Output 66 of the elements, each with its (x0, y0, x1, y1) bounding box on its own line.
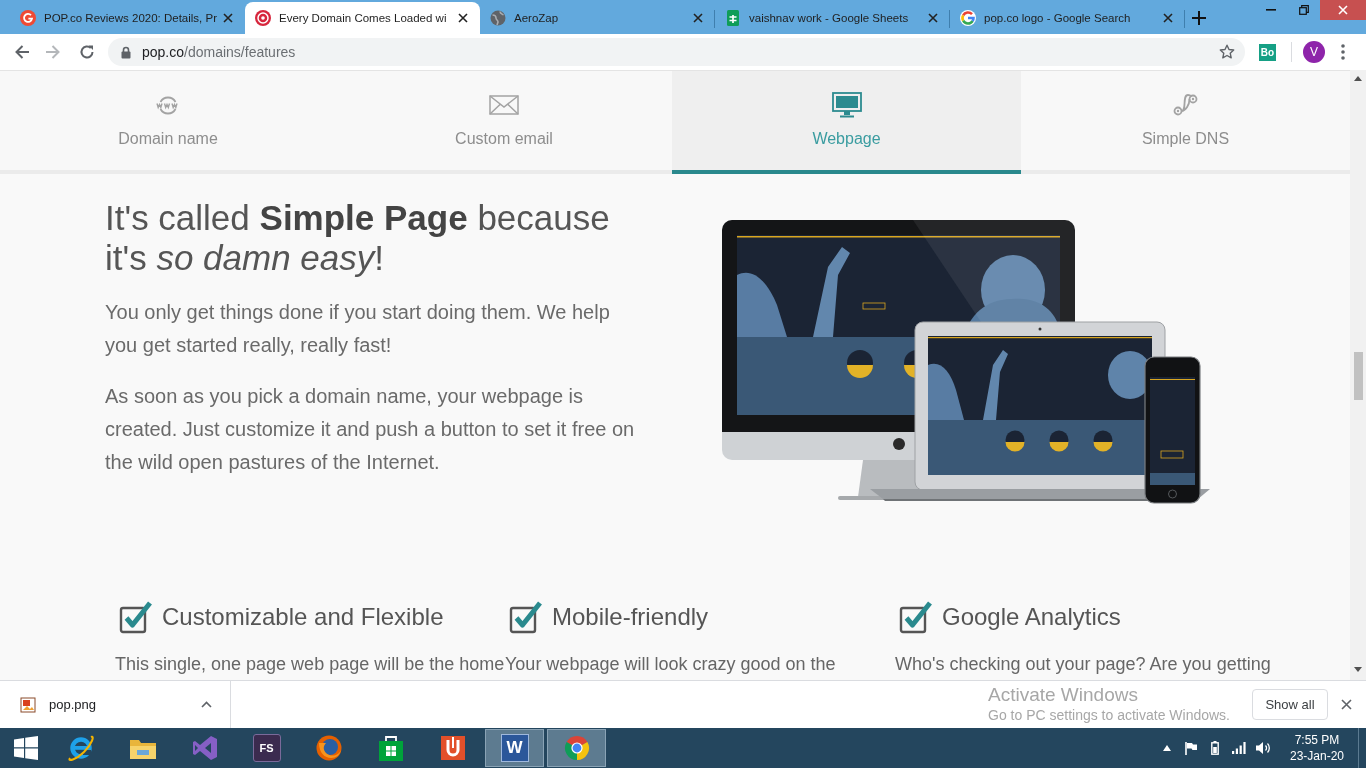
feature-title: Customizable and Flexible (162, 602, 444, 632)
logo-icon (960, 10, 976, 26)
browser-tab[interactable]: pop.co logo - Google Search (950, 2, 1185, 34)
browser-tab[interactable]: Every Domain Comes Loaded wi (245, 2, 480, 34)
speaker-icon[interactable] (1256, 741, 1272, 755)
download-file-name[interactable]: pop.png (49, 694, 96, 715)
feature-title: Mobile-friendly (552, 602, 709, 632)
page-heading: It's called Simple Page because it's so damn easy! (105, 198, 611, 278)
feature-title: Google Analytics (942, 602, 1121, 632)
checkmark-icon (899, 600, 933, 634)
bookmark-star-icon[interactable] (1219, 44, 1235, 60)
close-window-button[interactable] (1320, 0, 1366, 20)
show-all-button[interactable]: Show all (1252, 689, 1328, 720)
close-icon[interactable] (928, 13, 938, 23)
start-icon[interactable] (13, 736, 38, 760)
scrollbar-thumb[interactable] (1353, 352, 1363, 400)
clock-time[interactable]: 7:55 PM (1294, 732, 1340, 748)
lock-icon (121, 45, 131, 59)
browser-tab[interactable]: AeroZap (480, 2, 715, 34)
clock-date[interactable]: 23-Jan-20 (1289, 748, 1344, 764)
browser-tab[interactable]: POP.co Reviews 2020: Details, Pr (10, 2, 245, 34)
body-text: As soon as you pick a domain name, your webpage is created. Just customize it and push a button to set it free on the wild open pastures of the Internet. (105, 384, 636, 475)
back-icon[interactable] (14, 44, 30, 60)
caret-up-icon[interactable] (1163, 745, 1171, 751)
close-icon[interactable] (223, 13, 233, 23)
feature-description: This single, one page web page will be the home (115, 653, 505, 676)
battery-icon[interactable] (1211, 741, 1219, 755)
caret-up-icon[interactable] (201, 701, 212, 708)
document-app-logo: W (500, 734, 529, 762)
app-logo: FS (252, 734, 281, 762)
taskbar-app-button[interactable]: FS (237, 729, 296, 767)
scroll-down-icon[interactable] (1354, 667, 1362, 672)
address-bar[interactable]: pop.co/domains/features (108, 38, 1245, 66)
reload-icon[interactable] (79, 44, 95, 60)
activation-detail: Go to PC settings to activate Windows. (988, 707, 1230, 724)
globe-icon (490, 10, 506, 26)
feature-description: Who's checking out your page? Are you getting (895, 653, 1271, 676)
spreadsheet-icon (725, 10, 741, 26)
envelope-icon (489, 95, 519, 115)
taskbar-app-button[interactable]: W (485, 729, 544, 767)
profile-avatar[interactable]: V (1303, 41, 1325, 63)
activation-title: Activate Windows (988, 684, 1138, 706)
feature-description: Your webpage will look crazy good on the (505, 653, 836, 676)
logo-icon (255, 10, 271, 26)
menu-icon[interactable] (1341, 44, 1345, 60)
close-icon (1338, 5, 1348, 15)
scroll-up-icon[interactable] (1354, 76, 1362, 81)
scrollbar-track[interactable] (1350, 70, 1366, 680)
connection-icon (1172, 92, 1199, 118)
url-text[interactable]: pop.co/domains/features (142, 43, 296, 61)
browser-tab[interactable]: vaishnav work - Google Sheets (715, 2, 950, 34)
close-icon[interactable] (693, 13, 703, 23)
monitor-icon (831, 92, 862, 118)
close-icon[interactable] (458, 13, 468, 23)
logo-icon (20, 10, 36, 26)
close-icon[interactable] (1163, 13, 1173, 23)
checkmark-icon (119, 600, 153, 634)
image-file-icon (20, 696, 36, 713)
checkmark-icon (509, 600, 543, 634)
flag-icon[interactable] (1185, 741, 1197, 755)
body-text: You only get things done if you start doing them. We help you get started really, really fast! (105, 300, 611, 358)
restore-icon[interactable] (1299, 5, 1309, 15)
browser-e-icon (65, 733, 96, 763)
close-icon[interactable] (1341, 699, 1352, 710)
signal-bars-icon[interactable] (1232, 742, 1246, 754)
new-tab-icon[interactable] (1192, 11, 1206, 25)
